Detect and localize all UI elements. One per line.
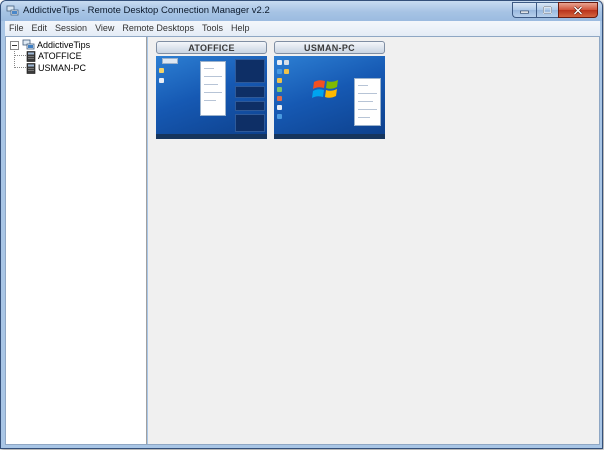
menu-bar: File Edit Session View Remote Desktops T… bbox=[5, 21, 600, 36]
preview-gadget bbox=[235, 86, 265, 98]
tree-node-usman-pc[interactable]: USMAN-PC bbox=[26, 62, 86, 74]
tree-root-label: AddictiveTips bbox=[37, 40, 91, 50]
tree-connector bbox=[14, 55, 26, 56]
menu-session[interactable]: Session bbox=[51, 21, 91, 36]
menu-help[interactable]: Help bbox=[227, 21, 254, 36]
close-button[interactable] bbox=[558, 2, 598, 18]
remote-desktop-preview[interactable] bbox=[156, 56, 267, 139]
desktop-icon bbox=[277, 96, 282, 101]
window-controls bbox=[512, 2, 598, 18]
preview-window bbox=[354, 78, 381, 126]
menu-tools[interactable]: Tools bbox=[198, 21, 227, 36]
menu-file[interactable]: File bbox=[5, 21, 28, 36]
preview-taskbar bbox=[274, 134, 385, 139]
preview-gadget bbox=[235, 59, 265, 83]
title-bar[interactable]: AddictiveTips - Remote Desktop Connectio… bbox=[1, 1, 602, 21]
thumbnail-view: ATOFFICE USMAN-PC bbox=[148, 37, 599, 444]
minimize-icon bbox=[520, 10, 529, 14]
desktop-icon bbox=[277, 105, 282, 110]
desktop-icon bbox=[277, 78, 282, 83]
tree-child-label: ATOFFICE bbox=[38, 51, 82, 61]
desktop-icon bbox=[277, 87, 282, 92]
close-icon bbox=[573, 5, 583, 15]
preview-taskbar bbox=[156, 134, 267, 139]
preview-gadget bbox=[235, 101, 265, 111]
menu-view[interactable]: View bbox=[91, 21, 118, 36]
tree-connector bbox=[14, 49, 15, 68]
desktop-icon bbox=[284, 60, 289, 65]
network-computers-icon[interactable] bbox=[6, 4, 20, 18]
thumbnail-usman-pc[interactable]: USMAN-PC bbox=[274, 41, 385, 139]
windows-logo-icon bbox=[312, 80, 338, 98]
thumbnail-title[interactable]: ATOFFICE bbox=[156, 41, 267, 54]
desktop-icon bbox=[277, 60, 282, 65]
desktop-icon bbox=[277, 114, 282, 119]
menu-edit[interactable]: Edit bbox=[28, 21, 52, 36]
app-window: AddictiveTips - Remote Desktop Connectio… bbox=[0, 0, 603, 449]
window-title: AddictiveTips - Remote Desktop Connectio… bbox=[23, 5, 270, 16]
desktop-icon bbox=[284, 69, 289, 74]
computer-icon bbox=[26, 50, 36, 62]
desktop-icon bbox=[159, 68, 164, 73]
tree-child-label: USMAN-PC bbox=[38, 63, 87, 73]
client-area: AddictiveTips ATOFFICE USMAN-PC ATOFFICE… bbox=[5, 36, 600, 445]
tree-connector bbox=[14, 67, 26, 68]
tree-node-atoffice[interactable]: ATOFFICE bbox=[26, 50, 82, 62]
preview-gadget bbox=[235, 114, 265, 132]
thumbnail-atoffice[interactable]: ATOFFICE bbox=[156, 41, 267, 139]
server-tree[interactable]: AddictiveTips ATOFFICE USMAN-PC bbox=[6, 37, 147, 444]
preview-window bbox=[162, 58, 178, 64]
desktop-icon bbox=[277, 69, 282, 74]
preview-window bbox=[200, 61, 226, 116]
menu-remote-desktops[interactable]: Remote Desktops bbox=[118, 21, 198, 36]
remote-desktop-preview[interactable] bbox=[274, 56, 385, 139]
thumbnail-title[interactable]: USMAN-PC bbox=[274, 41, 385, 54]
maximize-icon bbox=[543, 6, 552, 14]
minimize-button[interactable] bbox=[512, 2, 536, 18]
maximize-button[interactable] bbox=[536, 2, 558, 18]
computer-icon bbox=[26, 62, 36, 74]
desktop-icon bbox=[159, 78, 164, 83]
